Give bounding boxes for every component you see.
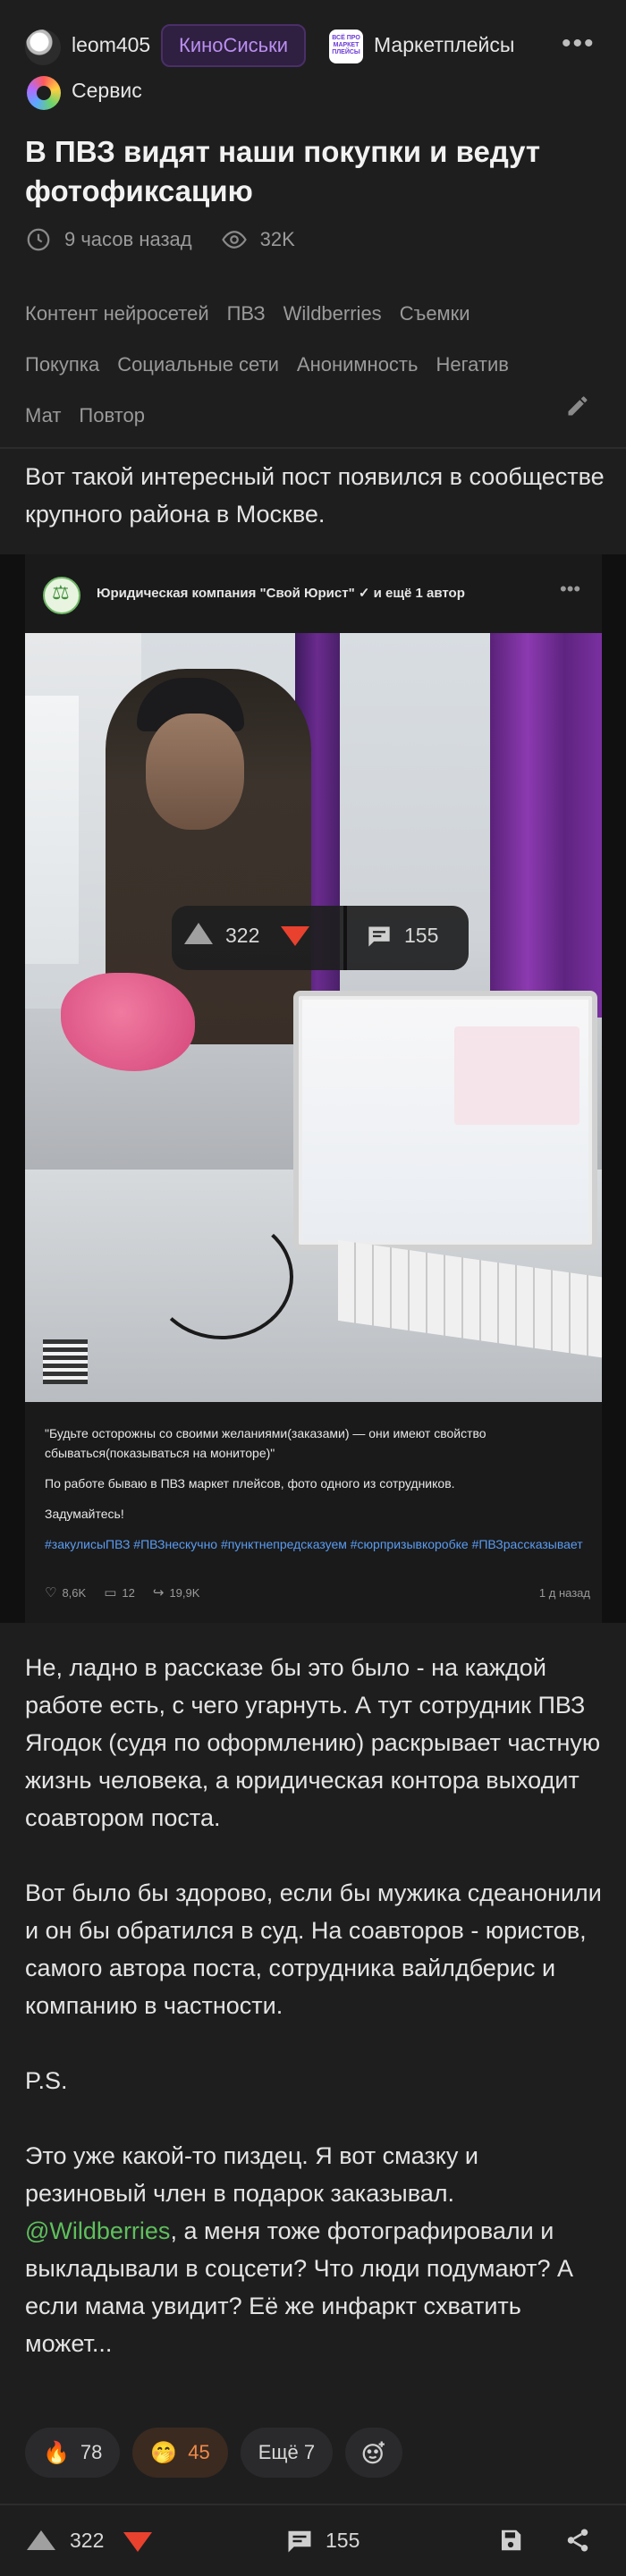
embedded-likes: 8,6K: [62, 1585, 87, 1600]
post-paragraph: Вот было бы здорово, если бы мужика сдеа…: [25, 1879, 602, 2019]
tag-list: Контент нейросетей ПВЗ Wildberries Съемки П…: [25, 288, 597, 441]
post-intro: Вот такой интересный пост появился в соо…: [25, 463, 605, 528]
caption-quote: "Будьте осторожны со своими желаниями(за…: [45, 1426, 486, 1460]
post-paragraph: Это уже какой-то пиздец. Я вот смазку и …: [25, 2142, 574, 2357]
comments-icon[interactable]: [286, 2529, 313, 2554]
more-options-icon[interactable]: •••: [562, 29, 596, 59]
floating-comments-count[interactable]: 155: [404, 924, 438, 948]
save-icon[interactable]: [497, 2527, 524, 2554]
rating-count: 322: [70, 2529, 105, 2552]
post-title[interactable]: В ПВЗ видят наши покупки и ведут фотофик…: [25, 132, 597, 211]
caption-call: Задумайтесь!: [45, 1507, 124, 1521]
reaction-giggle[interactable]: 🤭 45: [132, 2428, 228, 2478]
comment-icon: ▭: [104, 1584, 117, 1600]
edit-tags-icon[interactable]: [565, 393, 590, 418]
embedded-date: 1 д назад: [538, 1585, 590, 1600]
author-badge[interactable]: КиноСиськи: [161, 24, 307, 67]
comments-count[interactable]: 155: [326, 2529, 360, 2553]
tag[interactable]: Негатив: [436, 353, 508, 376]
tag[interactable]: Контент нейросетей: [25, 302, 209, 325]
post-meta: 9 часов назад 32K: [25, 224, 295, 256]
post-paragraph: Не, ладно в рассказе бы это было - на ка…: [25, 1654, 601, 1831]
bottom-action-bar: 322 155: [0, 2504, 626, 2576]
tag[interactable]: ПВЗ: [227, 302, 266, 325]
post-time: 9 часов назад: [64, 228, 192, 250]
floating-separator: [343, 906, 347, 970]
downvote-icon[interactable]: [281, 926, 309, 946]
tag[interactable]: Мат: [25, 404, 61, 427]
clock-icon: [27, 228, 50, 251]
heart-icon: ♡: [45, 1584, 57, 1600]
upvote-icon[interactable]: [27, 2530, 55, 2550]
eye-icon: [221, 231, 247, 249]
embedded-stats: ♡ 8,6K ▭ 12 ↪ 19,9K 1 д назад: [45, 1583, 590, 1602]
share-icon[interactable]: [563, 2527, 592, 2554]
embedded-photo: [25, 633, 602, 1402]
post-body: Не, ладно в рассказе бы это было - на ка…: [25, 1649, 606, 2400]
caption-hashtags: #закулисыПВЗ #ПВЗнескучно #пунктнепредск…: [45, 1537, 583, 1551]
post-header: leom405 КиноСиськи ВСЁ ПРО МАРКЕТ ПЛЕЙСЫ…: [0, 0, 626, 116]
downvote-icon[interactable]: [123, 2532, 152, 2552]
add-reaction-button[interactable]: [345, 2428, 403, 2478]
add-emoji-icon: [362, 2441, 385, 2464]
mention-link[interactable]: @Wildberries: [25, 2217, 170, 2244]
giggle-icon: 🤭: [150, 2440, 178, 2465]
repost-icon: ↪: [152, 1584, 165, 1600]
service-icon[interactable]: [27, 76, 61, 110]
community-name[interactable]: Маркетплейсы: [374, 33, 514, 57]
tag[interactable]: Съемки: [400, 302, 470, 325]
tag[interactable]: Социальные сети: [117, 353, 279, 376]
reaction-fire[interactable]: 🔥 78: [25, 2428, 121, 2478]
embedded-comments: 12: [122, 1585, 135, 1600]
embedded-image[interactable]: Юридическая компания "Свой Юрист" ✓ и ещ…: [0, 554, 626, 1623]
embedded-reposts: 19,9K: [169, 1585, 200, 1600]
embedded-post-header: Юридическая компания "Свой Юрист" ✓ и ещ…: [25, 554, 602, 633]
tag[interactable]: Покупка: [25, 353, 99, 376]
comments-icon[interactable]: [367, 925, 392, 948]
reactions-more-button[interactable]: Ещё 7: [240, 2428, 334, 2478]
floating-rating: 322: [225, 924, 260, 947]
upvote-icon[interactable]: [184, 923, 213, 944]
fire-icon: 🔥: [43, 2440, 70, 2465]
caption-note: По работе бываю в ПВЗ маркет плейсов, фо…: [45, 1476, 455, 1491]
divider: [0, 447, 626, 449]
embedded-post: Юридическая компания "Свой Юрист" ✓ и ещ…: [25, 554, 602, 1623]
author-name[interactable]: leom405: [72, 33, 150, 57]
community-logo[interactable]: ВСЁ ПРО МАРКЕТ ПЛЕЙСЫ: [329, 30, 363, 63]
embedded-more-icon: •••: [560, 578, 581, 600]
service-name[interactable]: Сервис: [72, 79, 142, 103]
reactions-bar: 🔥 78 🤭 45 Ещё 7: [25, 2428, 415, 2478]
post-paragraph: P.S.: [25, 2067, 68, 2094]
tag[interactable]: Анонимность: [297, 353, 419, 376]
law-firm-logo-icon: [43, 577, 80, 614]
author-avatar[interactable]: [25, 30, 61, 65]
embedded-author: Юридическая компания "Свой Юрист" ✓ и ещ…: [97, 586, 465, 601]
tag[interactable]: Wildberries: [283, 302, 382, 325]
tag[interactable]: Повтор: [79, 404, 145, 427]
post-views: 32K: [259, 228, 295, 250]
embedded-caption: "Будьте осторожны со своими желаниями(за…: [45, 1423, 590, 1565]
